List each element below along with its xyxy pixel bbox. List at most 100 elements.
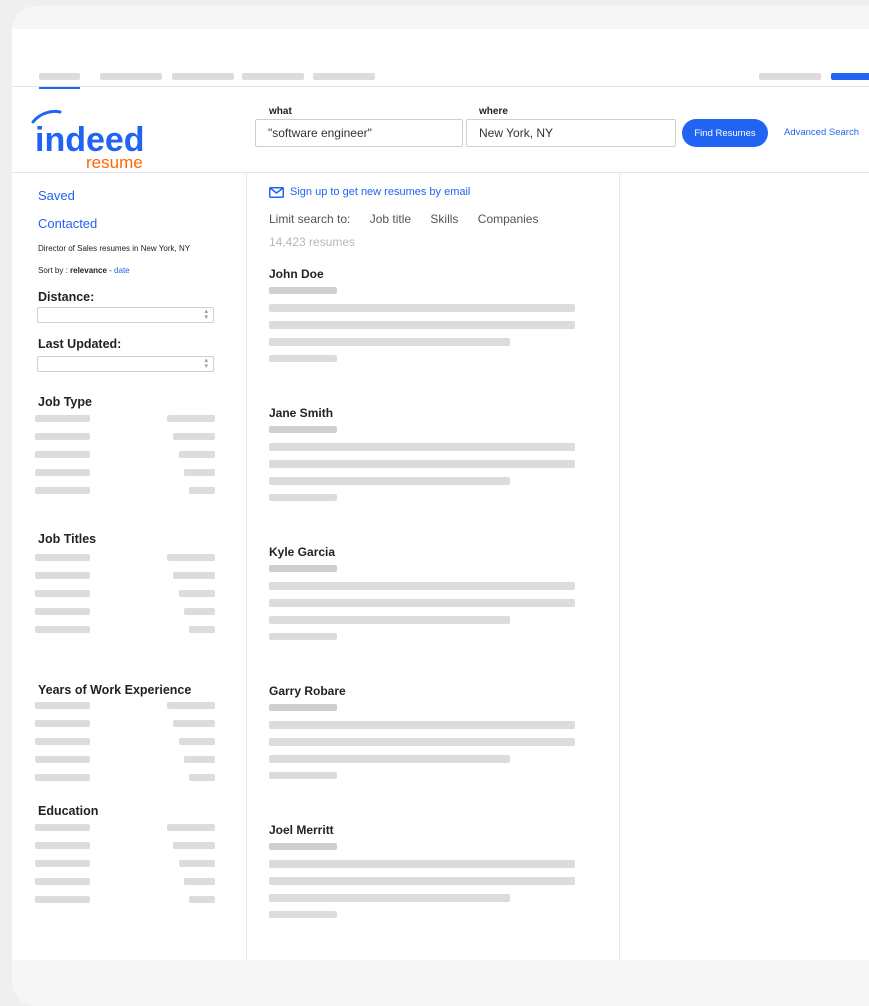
result-snippet-line xyxy=(269,860,575,868)
filter-count-placeholder xyxy=(167,554,215,561)
nav-item-3[interactable] xyxy=(172,73,234,80)
filter-option-placeholder xyxy=(35,738,90,745)
sort-relevance[interactable]: relevance xyxy=(70,266,107,275)
email-signup[interactable]: Sign up to get new resumes by email xyxy=(269,186,470,198)
sort-sep: - xyxy=(106,266,115,275)
filter-count-placeholder xyxy=(184,469,215,476)
result-snippet-line xyxy=(269,443,575,451)
result-snippet-line xyxy=(269,738,575,746)
app-screen: indeed resume what "software engineer" w… xyxy=(12,29,869,960)
result-name[interactable]: Jane Smith xyxy=(269,406,333,420)
filter-option-placeholder xyxy=(35,860,90,867)
filter-count-placeholder xyxy=(189,626,215,633)
result-meta-placeholder xyxy=(269,355,337,362)
nav-item-2[interactable] xyxy=(100,73,162,80)
filter-count-placeholder xyxy=(173,842,215,849)
filter-count-placeholder xyxy=(173,720,215,727)
result-name[interactable]: Kyle Garcia xyxy=(269,545,335,559)
job-type-heading: Job Type xyxy=(38,395,92,409)
result-name[interactable]: John Doe xyxy=(269,267,324,281)
education-heading: Education xyxy=(38,804,99,818)
filter-count-placeholder xyxy=(179,590,215,597)
result-snippet-line xyxy=(269,599,575,607)
saved-link[interactable]: Saved xyxy=(38,188,75,203)
contacted-link[interactable]: Contacted xyxy=(38,216,97,231)
filter-option-placeholder xyxy=(35,626,90,633)
header-divider xyxy=(12,172,869,173)
email-signup-label: Sign up to get new resumes by email xyxy=(290,186,471,198)
indeed-resume-logo[interactable]: indeed resume xyxy=(30,107,160,169)
filter-option-placeholder xyxy=(35,842,90,849)
filter-option-placeholder xyxy=(35,608,90,615)
nav-item-1[interactable] xyxy=(39,73,80,80)
sort-date-link[interactable]: date xyxy=(114,266,130,275)
filter-option-placeholder xyxy=(35,469,90,476)
what-input[interactable]: "software engineer" xyxy=(255,119,463,147)
result-snippet-line xyxy=(269,582,575,590)
filter-option-placeholder xyxy=(35,774,90,781)
result-snippet-line xyxy=(269,477,510,485)
result-title-placeholder xyxy=(269,426,337,433)
limit-search: Limit search to: Job title Skills Compan… xyxy=(269,212,554,226)
years-experience-heading: Years of Work Experience xyxy=(38,683,192,697)
filter-count-placeholder xyxy=(184,756,215,763)
nav-item-4[interactable] xyxy=(242,73,304,80)
filter-count-placeholder xyxy=(167,824,215,831)
limit-skills[interactable]: Skills xyxy=(430,212,458,226)
sidebar-divider xyxy=(246,172,247,960)
results-count: 14,423 resumes xyxy=(269,235,356,249)
find-resumes-button[interactable]: Find Resumes xyxy=(682,119,768,147)
where-input[interactable]: New York, NY xyxy=(466,119,676,147)
result-title-placeholder xyxy=(269,287,337,294)
filter-count-placeholder xyxy=(173,433,215,440)
result-title-placeholder xyxy=(269,843,337,850)
filter-option-placeholder xyxy=(35,554,90,561)
result-snippet-line xyxy=(269,721,575,729)
result-title-placeholder xyxy=(269,565,337,572)
sort-prefix: Sort by : xyxy=(38,266,71,275)
last-updated-select[interactable]: ▴ ▾ xyxy=(37,356,214,372)
result-meta-placeholder xyxy=(269,772,337,779)
result-title-placeholder xyxy=(269,704,337,711)
result-meta-placeholder xyxy=(269,494,337,501)
filter-count-placeholder xyxy=(179,451,215,458)
nav-active-indicator xyxy=(39,87,80,89)
filter-count-placeholder xyxy=(189,487,215,494)
result-snippet-line xyxy=(269,338,510,346)
limit-companies[interactable]: Companies xyxy=(478,212,539,226)
filter-count-placeholder xyxy=(179,860,215,867)
filter-count-placeholder xyxy=(173,572,215,579)
job-titles-heading: Job Titles xyxy=(38,532,97,546)
result-snippet-line xyxy=(269,894,510,902)
result-snippet-line xyxy=(269,304,575,312)
filter-option-placeholder xyxy=(35,487,90,494)
result-name[interactable]: Joel Merritt xyxy=(269,823,334,837)
mail-icon xyxy=(269,186,284,198)
filter-option-placeholder xyxy=(35,433,90,440)
distance-select[interactable]: ▴ ▾ xyxy=(37,307,214,323)
result-name[interactable]: Garry Robare xyxy=(269,684,346,698)
filter-count-placeholder xyxy=(189,896,215,903)
nav-item-right[interactable] xyxy=(759,73,821,80)
nav-item-5[interactable] xyxy=(313,73,375,80)
filter-count-placeholder xyxy=(179,738,215,745)
sort-by: Sort by : relevance - date xyxy=(38,266,130,275)
filter-option-placeholder xyxy=(35,451,90,458)
result-meta-placeholder xyxy=(269,911,337,918)
filter-option-placeholder xyxy=(35,702,90,709)
nav-item-right-blue[interactable] xyxy=(831,73,869,80)
filter-count-placeholder xyxy=(184,608,215,615)
filter-option-placeholder xyxy=(35,896,90,903)
nav-divider xyxy=(12,86,869,87)
where-label: where xyxy=(479,106,508,117)
result-snippet-line xyxy=(269,877,575,885)
advanced-search-link[interactable]: Advanced Search xyxy=(784,127,859,138)
result-snippet-line xyxy=(269,616,510,624)
limit-job-title[interactable]: Job title xyxy=(370,212,411,226)
filter-option-placeholder xyxy=(35,878,90,885)
filter-count-placeholder xyxy=(167,415,215,422)
distance-label: Distance: xyxy=(38,290,95,304)
results-divider xyxy=(619,172,620,960)
filter-option-placeholder xyxy=(35,572,90,579)
filter-option-placeholder xyxy=(35,824,90,831)
